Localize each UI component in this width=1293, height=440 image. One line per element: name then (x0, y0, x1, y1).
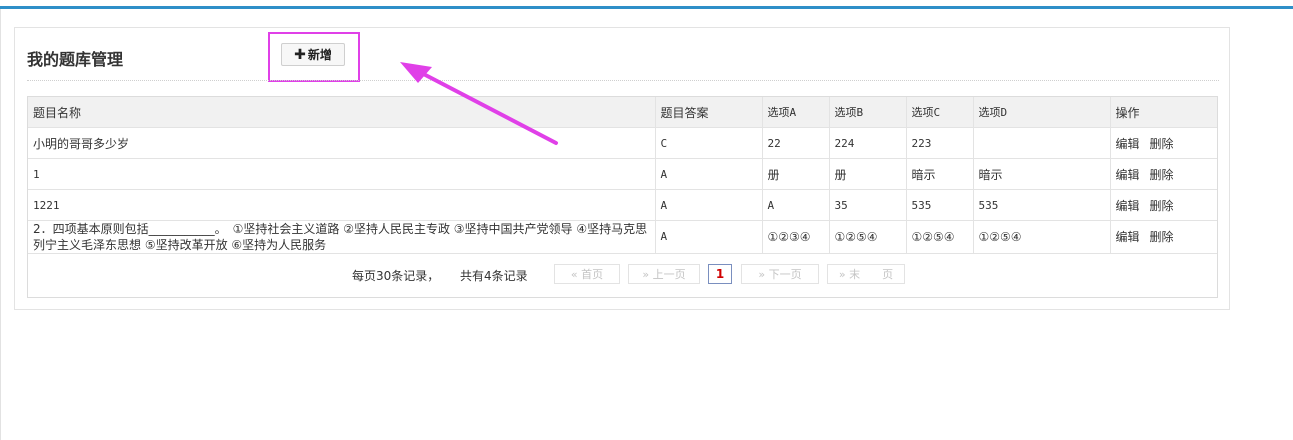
cell-option-b: ①②⑤④ (829, 220, 907, 254)
cell-actions: 编辑 删除 (1110, 220, 1217, 254)
page-title: 我的题库管理 (27, 50, 124, 69)
cell-option-b: 224 (829, 127, 907, 159)
cell-actions: 编辑 删除 (1110, 158, 1217, 190)
delete-link[interactable]: 删除 (1150, 137, 1174, 151)
header-actions: 操作 (1110, 97, 1217, 128)
edit-link[interactable]: 编辑 (1116, 230, 1140, 244)
table-row: 2．四项基本原则包括___________。 ①坚持社会主义道路 ②坚持人民民主… (28, 220, 1217, 254)
cell-option-a: 册 (762, 158, 830, 190)
first-page-button[interactable]: « 首页 (554, 264, 620, 284)
question-bank-panel: 我的题库管理 ✚ 新增 题目名称 题目答案 选项A 选项B 选项C 选项D 操作 (14, 27, 1230, 310)
cell-option-d (973, 127, 1111, 159)
cell-option-b: 35 (829, 189, 907, 221)
add-button-label: 新增 (307, 48, 332, 62)
header-answer: 题目答案 (655, 97, 763, 128)
cell-option-a: ①②③④ (762, 220, 830, 254)
cell-option-a: A (762, 189, 830, 221)
left-rail (0, 9, 1, 440)
pagination-bar: 每页30条记录， 共有4条记录 « 首页 » 上一页 1 » 下一页 » 末 页 (28, 255, 1217, 295)
edit-link[interactable]: 编辑 (1116, 199, 1140, 213)
cell-option-c: 暗示 (906, 158, 974, 190)
cell-option-d: 535 (973, 189, 1111, 221)
prev-page-button[interactable]: » 上一页 (628, 264, 700, 284)
cell-actions: 编辑 删除 (1110, 189, 1217, 221)
cell-question-name: 1221 (28, 189, 656, 221)
cell-answer: A (655, 158, 763, 190)
cell-question-name: 小明的哥哥多少岁 (28, 127, 656, 159)
top-accent-bar (0, 6, 1293, 9)
cell-actions: 编辑 删除 (1110, 127, 1217, 159)
delete-link[interactable]: 删除 (1150, 230, 1174, 244)
table-header-row: 题目名称 题目答案 选项A 选项B 选项C 选项D 操作 (28, 97, 1217, 128)
cell-option-c: 535 (906, 189, 974, 221)
header-option-d: 选项D (973, 97, 1111, 128)
header-question-name: 题目名称 (28, 97, 656, 128)
next-page-button[interactable]: » 下一页 (741, 264, 819, 284)
cell-answer: C (655, 127, 763, 159)
cell-option-d: ①②⑤④ (973, 220, 1111, 254)
total-records-text: 共有4条记录 (460, 269, 528, 283)
cell-option-d: 暗示 (973, 158, 1111, 190)
title-divider (27, 80, 1219, 81)
current-page-button[interactable]: 1 (708, 264, 732, 284)
table-row: 小明的哥哥多少岁 C 22 224 223 编辑 删除 (28, 127, 1217, 159)
add-button[interactable]: ✚ 新增 (281, 43, 345, 66)
cell-question-name: 1 (28, 158, 656, 190)
header-option-b: 选项B (829, 97, 907, 128)
plus-icon: ✚ (294, 46, 306, 63)
delete-link[interactable]: 删除 (1150, 168, 1174, 182)
edit-link[interactable]: 编辑 (1116, 168, 1140, 182)
last-page-button[interactable]: » 末 页 (827, 264, 905, 284)
cell-option-c: ①②⑤④ (906, 220, 974, 254)
header-option-c: 选项C (906, 97, 974, 128)
edit-link[interactable]: 编辑 (1116, 137, 1140, 151)
cell-option-b: 册 (829, 158, 907, 190)
header-option-a: 选项A (762, 97, 830, 128)
delete-link[interactable]: 删除 (1150, 199, 1174, 213)
cell-question-name: 2．四项基本原则包括___________。 ①坚持社会主义道路 ②坚持人民民主… (28, 220, 656, 254)
cell-option-a: 22 (762, 127, 830, 159)
cell-answer: A (655, 189, 763, 221)
table-row: 1 A 册 册 暗示 暗示 编辑 删除 (28, 158, 1217, 190)
cell-answer: A (655, 220, 763, 254)
table-row: 1221 A A 35 535 535 编辑 删除 (28, 189, 1217, 221)
per-page-text: 每页30条记录， (352, 269, 440, 283)
question-table-wrapper: 题目名称 题目答案 选项A 选项B 选项C 选项D 操作 小明的哥哥多少岁 C … (27, 96, 1218, 298)
question-table: 题目名称 题目答案 选项A 选项B 选项C 选项D 操作 小明的哥哥多少岁 C … (28, 97, 1217, 254)
cell-option-c: 223 (906, 127, 974, 159)
